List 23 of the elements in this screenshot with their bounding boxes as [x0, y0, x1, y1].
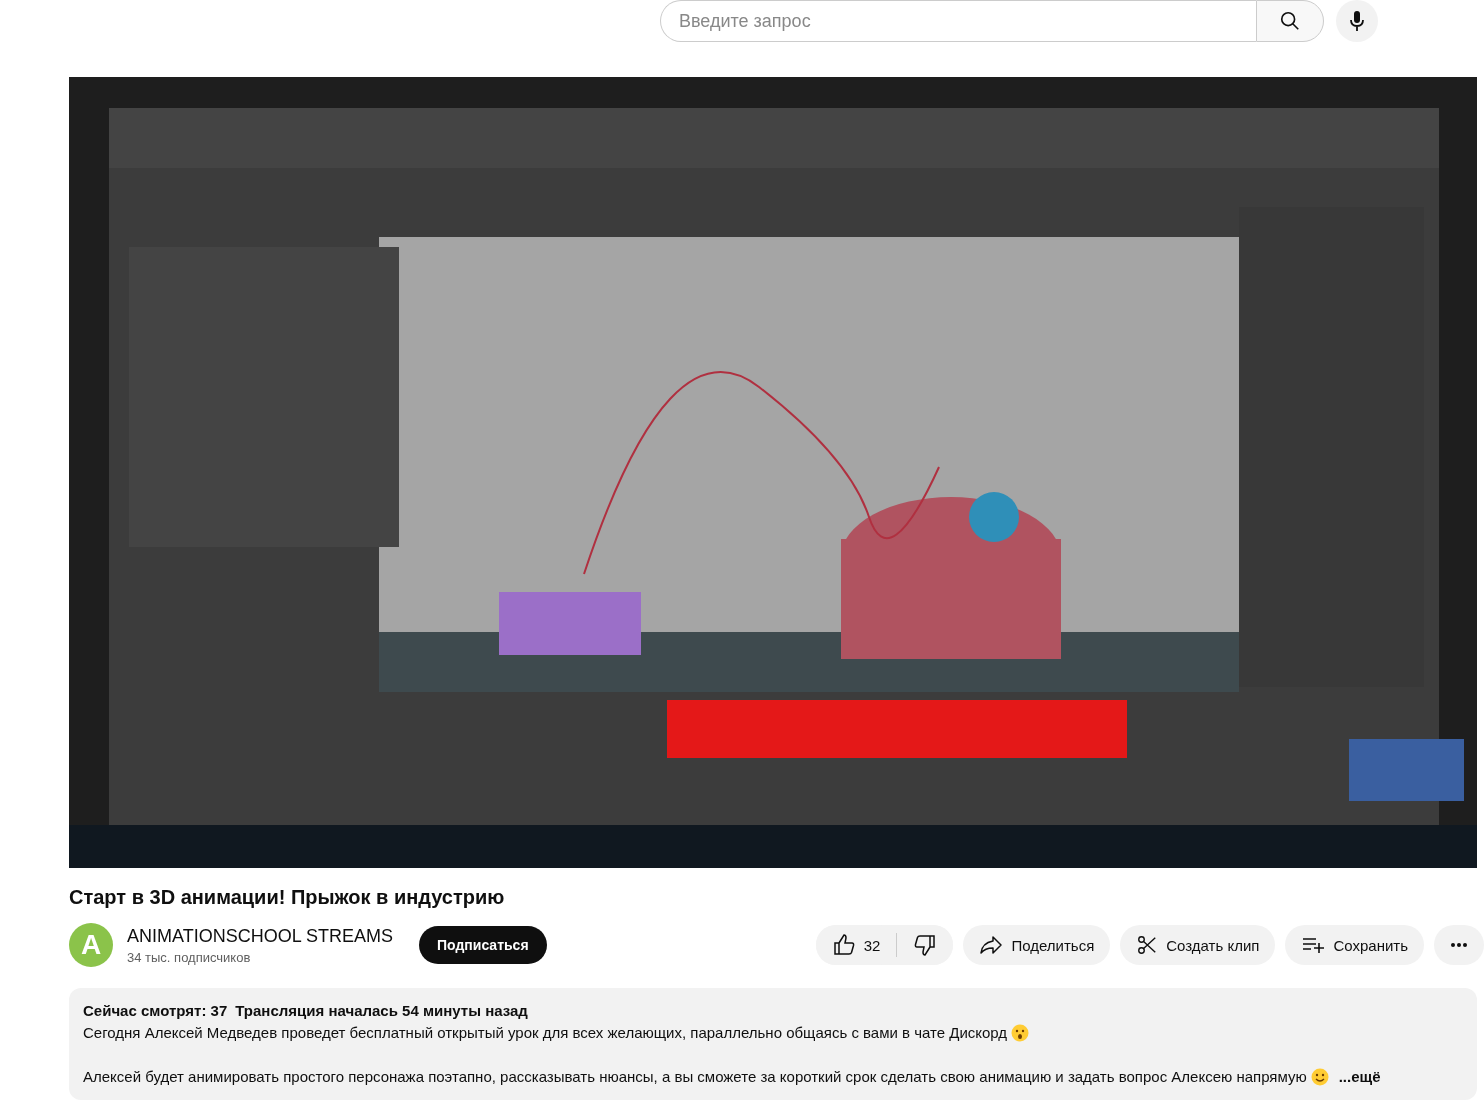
- stream-start-time: Трансляция началась 54 минуты назад: [235, 1001, 528, 1021]
- emoji-icon: [1310, 1068, 1329, 1086]
- voice-search-button[interactable]: [1336, 0, 1378, 42]
- search-field[interactable]: Введите запрос: [660, 0, 1256, 42]
- microphone-icon: [1349, 10, 1365, 32]
- channel-name[interactable]: ANIMATIONSCHOOL STREAMS: [127, 925, 394, 947]
- emoji-icon: [1011, 1024, 1030, 1042]
- description-text: Алексей будет анимировать простого персонажа поэтапно, рассказывать нюансы, а вы сможете за короткий срок сделать свою анимацию и задать вопрос Алексею напрямую: [83, 1067, 1307, 1087]
- description-text: Сегодня Алексей Медведев проведет бесплатный открытый урок для всех желающих, параллельно общаясь с вами в чате Дискорд: [83, 1023, 1008, 1043]
- clip-button[interactable]: Создать клип: [1120, 925, 1276, 965]
- show-more-link[interactable]: ...ещё: [1338, 1066, 1381, 1088]
- share-button[interactable]: Поделиться: [963, 925, 1111, 965]
- share-arrow-icon: [979, 933, 1004, 957]
- video-title: Старт в 3D анимации! Прыжок в индустрию: [69, 885, 506, 910]
- search-icon: [1279, 10, 1301, 32]
- thumbs-down-icon: [913, 933, 938, 957]
- viewer-count: Сейчас смотрят: 37: [83, 1001, 228, 1021]
- more-icon: [1450, 942, 1468, 948]
- save-button[interactable]: Сохранить: [1285, 925, 1424, 965]
- subscribe-button[interactable]: Подписаться: [419, 926, 547, 964]
- search-button[interactable]: [1256, 0, 1324, 42]
- thumbs-up-icon: [831, 933, 856, 957]
- subscriber-count: 34 тыс. подписчиков: [127, 949, 252, 965]
